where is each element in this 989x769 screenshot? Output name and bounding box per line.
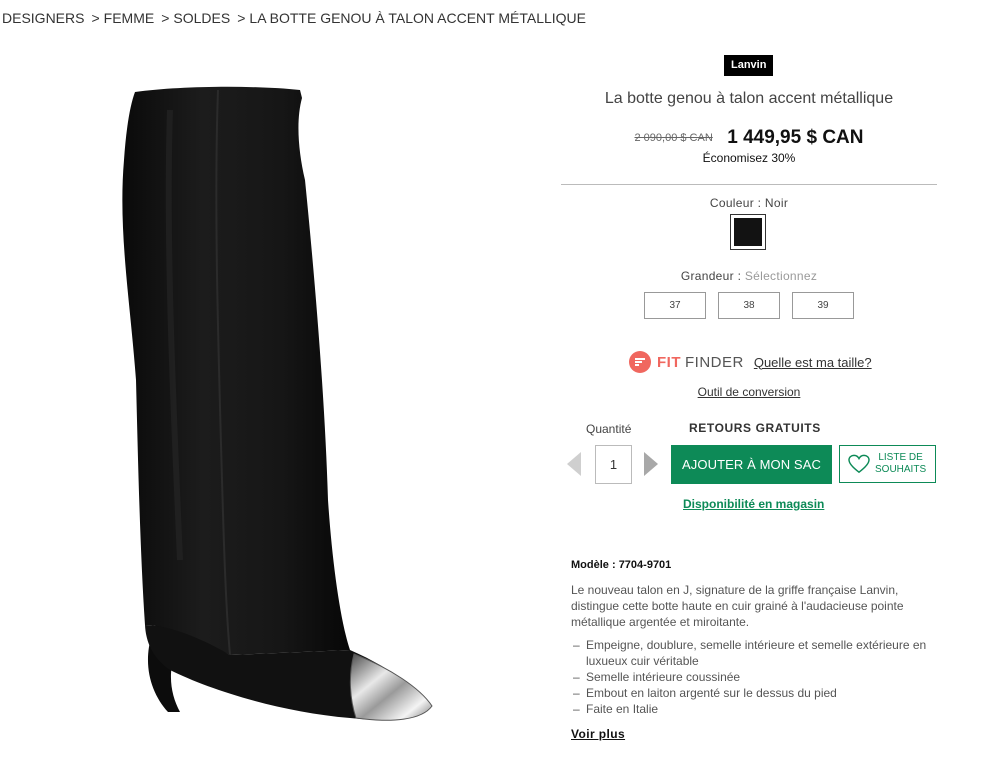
feature-list: Empeigne, doublure, semelle intérieure e… — [571, 637, 931, 717]
breadcrumb-soldes[interactable]: SOLDES — [173, 10, 230, 26]
model-label: Modèle : — [571, 559, 616, 571]
color-label-separator: : — [757, 196, 762, 210]
quantity-decrease-icon[interactable] — [567, 452, 581, 476]
model-number: Modèle : 7704-9701 — [571, 559, 671, 571]
color-label-text: Couleur — [709, 196, 754, 210]
list-item: Faite en Italie — [571, 701, 931, 717]
savings-text: Économisez 30% — [702, 151, 796, 165]
color-value: Noir — [764, 196, 789, 210]
knee-boot-image — [122, 86, 433, 721]
list-item: Embout en laiton argenté sur le dessus d… — [571, 685, 931, 701]
wishlist-label-line2: SOUHAITS — [875, 464, 927, 475]
size-hint: Sélectionnez — [744, 269, 818, 283]
breadcrumb-femme[interactable]: FEMME — [104, 10, 155, 26]
breadcrumb: DESIGNERS > FEMME > SOLDES > LA BOTTE GENOU À … — [2, 10, 586, 26]
price-row: 2 090,00 $ CAN 1 449,95 $ CAN — [561, 127, 937, 149]
size-option-39[interactable]: 39 — [792, 292, 854, 319]
size-option-37[interactable]: 37 — [644, 292, 706, 319]
size-label: Grandeur : Sélectionnez — [561, 269, 937, 283]
quantity-increase-icon[interactable] — [644, 452, 658, 476]
quantity-input[interactable]: 1 — [595, 445, 632, 484]
breadcrumb-current: LA BOTTE GENOU À TALON ACCENT MÉTALLIQUE — [249, 10, 587, 26]
fit-finder-finder: FINDER — [685, 353, 744, 371]
free-returns-label: RETOURS GRATUITS — [689, 421, 821, 435]
fit-finder-logo-icon — [629, 351, 651, 373]
wishlist-button[interactable]: LISTE DE SOUHAITS — [839, 445, 936, 483]
color-label: Couleur : Noir — [561, 196, 937, 210]
product-description: Le nouveau talon en J, signature de la g… — [571, 583, 904, 629]
sale-price: 1 449,95 $ CAN — [727, 127, 864, 148]
color-swatch-noir[interactable] — [730, 214, 766, 250]
fit-finder-fit: FIT — [657, 353, 681, 371]
list-item: Semelle intérieure coussinée — [571, 669, 931, 685]
product-title: La botte genou à talon accent métallique — [604, 90, 894, 107]
breadcrumb-designers[interactable]: DESIGNERS — [2, 10, 84, 26]
store-availability-link[interactable]: Disponibilité en magasin — [683, 497, 824, 511]
wishlist-label: LISTE DE SOUHAITS — [875, 452, 926, 476]
original-price: 2 090,00 $ CAN — [634, 132, 713, 144]
divider — [561, 184, 937, 185]
breadcrumb-separator: > — [161, 10, 170, 26]
quantity-label: Quantité — [586, 422, 632, 436]
model-value: 7704-9701 — [618, 559, 672, 571]
size-option-38[interactable]: 38 — [718, 292, 780, 319]
see-more-link[interactable]: Voir plus — [571, 727, 625, 741]
list-item: Empeigne, doublure, semelle intérieure e… — [571, 637, 931, 669]
brand-badge[interactable]: Lanvin — [724, 55, 774, 76]
fit-finder: FIT FINDER Quelle est ma taille? — [629, 350, 872, 374]
breadcrumb-separator: > — [237, 10, 246, 26]
size-label-text: Grandeur — [680, 269, 734, 283]
color-swatch-fill — [734, 218, 762, 246]
product-image[interactable] — [100, 80, 460, 740]
add-to-bag-button[interactable]: AJOUTER À MON SAC — [671, 445, 832, 484]
wishlist-label-line1: LISTE DE — [878, 452, 923, 463]
breadcrumb-separator: > — [91, 10, 100, 26]
heart-icon — [848, 454, 870, 474]
size-label-separator: : — [737, 269, 742, 283]
conversion-tool-link[interactable]: Outil de conversion — [561, 385, 937, 399]
size-help-link[interactable]: Quelle est ma taille? — [754, 355, 872, 370]
